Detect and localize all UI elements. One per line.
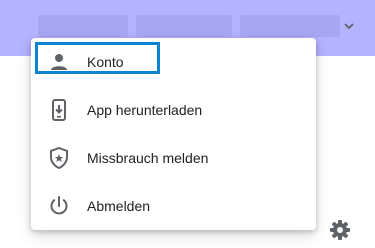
account-menu: Konto App herunterladen Missbrauch melde…	[31, 38, 316, 230]
account-name-redacted	[136, 15, 232, 37]
phone-download-icon	[52, 99, 66, 121]
menu-item-label: App herunterladen	[87, 102, 203, 118]
account-name-redacted	[240, 15, 340, 37]
chevron-down-icon[interactable]	[342, 20, 356, 32]
power-icon	[50, 196, 68, 215]
menu-item-missbrauch-melden[interactable]: Missbrauch melden	[31, 134, 316, 182]
menu-item-konto[interactable]: Konto	[31, 38, 316, 86]
menu-item-label: Missbrauch melden	[87, 150, 209, 166]
menu-item-label: Konto	[87, 54, 124, 70]
menu-item-app-herunterladen[interactable]: App herunterladen	[31, 86, 316, 134]
gear-icon[interactable]	[328, 218, 352, 242]
person-icon	[51, 54, 67, 70]
menu-item-abmelden[interactable]: Abmelden	[31, 182, 316, 230]
account-name-redacted	[38, 15, 128, 37]
menu-item-label: Abmelden	[87, 198, 151, 214]
shield-star-icon	[50, 146, 68, 170]
